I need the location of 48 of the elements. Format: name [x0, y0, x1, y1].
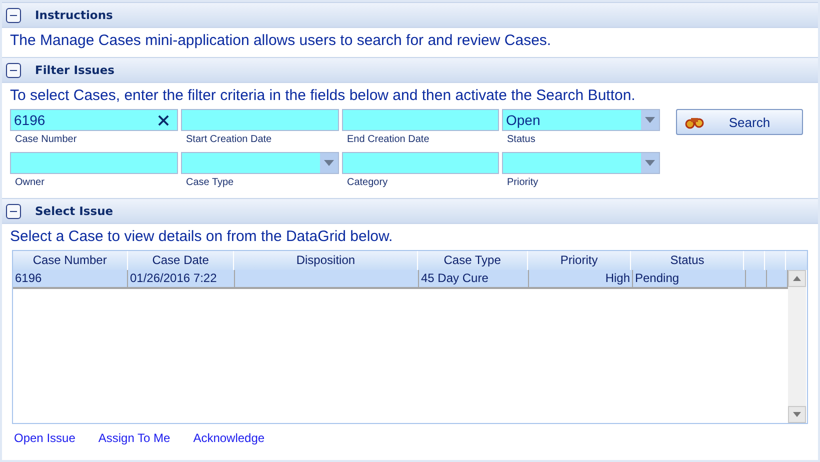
dropdown-button[interactable]: [320, 153, 338, 173]
section-description: The Manage Cases mini-application allows users to search for and review Cases.: [10, 32, 552, 49]
clear-icon[interactable]: [158, 114, 169, 126]
input-field[interactable]: [342, 109, 499, 131]
scroll-down-button[interactable]: [788, 406, 806, 423]
field-label: Owner: [14, 177, 46, 188]
binoculars-icon: [685, 115, 705, 129]
field-label: Start Creation Date: [185, 134, 273, 145]
table-cell: 6196: [13, 270, 128, 287]
field-label: Priority: [506, 177, 540, 188]
input-field[interactable]: [181, 109, 339, 131]
scroll-up-button[interactable]: [788, 270, 806, 287]
table-cell: High: [529, 270, 633, 287]
input-field[interactable]: [10, 152, 178, 174]
section-description: Select a Case to view details on from the DataGrid below.: [10, 228, 394, 245]
dropdown-button[interactable]: [641, 153, 659, 173]
collapse-toggle-icon[interactable]: [6, 8, 21, 22]
scrollbar[interactable]: [788, 270, 806, 423]
dropdown-button[interactable]: [641, 110, 659, 130]
input-field[interactable]: 6196: [10, 109, 178, 131]
input-field[interactable]: [181, 152, 339, 174]
action-link[interactable]: Acknowledge: [193, 431, 265, 446]
input-field[interactable]: Open: [502, 109, 660, 131]
field-label: End Creation Date: [346, 134, 430, 145]
section-description: To select Cases, enter the filter criteria in the fields below and then activate the Search Button.: [10, 87, 636, 104]
search-button[interactable]: Search: [676, 109, 803, 135]
field-label: Status: [506, 134, 536, 145]
caret-icon: [645, 160, 655, 166]
field-label: Case Type: [185, 177, 235, 188]
section-title: Filter Issues: [35, 63, 115, 77]
action-link[interactable]: Assign To Me: [98, 431, 170, 446]
down-arrow-icon: [793, 412, 801, 417]
up-arrow-icon: [793, 276, 801, 281]
table-cell: Pending: [633, 270, 746, 287]
input-field[interactable]: [502, 152, 660, 174]
field-label: Case Number: [14, 134, 78, 145]
field-label: Category: [346, 177, 389, 188]
input-field[interactable]: [342, 152, 499, 174]
section-title: Select Issue: [35, 204, 114, 218]
table-cell: 01/26/2016 7:22: [128, 270, 235, 287]
table-cell: 45 Day Cure: [419, 270, 529, 287]
caret-icon: [645, 117, 655, 123]
caret-icon: [324, 160, 334, 166]
collapse-toggle-icon[interactable]: [6, 62, 21, 78]
table-row[interactable]: 6196 01/26/2016 7:22 45 Day Cure High Pending: [13, 270, 788, 289]
action-link[interactable]: Open Issue: [14, 431, 76, 446]
collapse-toggle-icon[interactable]: [6, 204, 21, 218]
section-title: Instructions: [35, 8, 113, 22]
